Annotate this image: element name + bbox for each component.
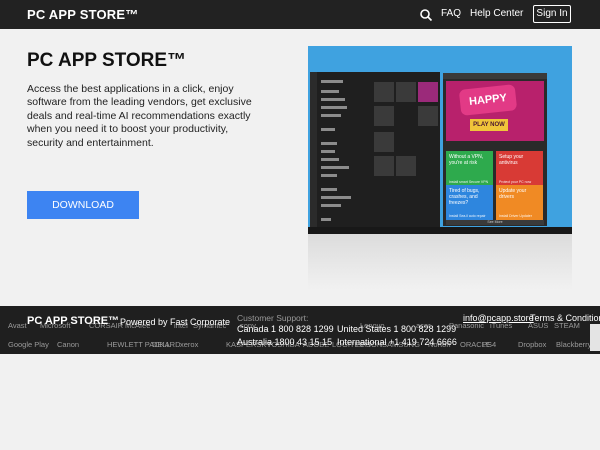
app-list-item (321, 204, 341, 207)
card-title: Tired of bugs, crashes, and freezes? (449, 188, 480, 206)
card-title: Setup your antivirus (499, 154, 524, 166)
app-store-window-mock: HAPPY PLAY NOW Without a VPN, you're at … (443, 73, 547, 226)
app-list-item (321, 80, 343, 83)
app-list-item (321, 174, 337, 177)
card-title: Update your drivers (499, 188, 527, 200)
start-tile (374, 106, 394, 126)
app-list-item (321, 142, 337, 145)
search-icon[interactable] (419, 8, 433, 22)
start-tile (396, 82, 416, 102)
partner-logo: Canon (57, 340, 80, 349)
nav-link-faq[interactable]: FAQ (441, 8, 461, 19)
footer-brand: PC APP STORE™ (27, 315, 120, 327)
partner-logo: Blackberry (556, 340, 592, 349)
start-tile (374, 132, 394, 152)
screenshot-reflection (308, 234, 572, 290)
top-navigation-bar: PC APP STORE™ FAQ Help Center Sign In (0, 0, 600, 29)
banner-play-button: PLAY NOW (470, 119, 508, 131)
terms-link[interactable]: Terms & Conditions (530, 313, 600, 323)
site-logo[interactable]: PC APP STORE™ (27, 7, 138, 22)
phone-united-states: United States 1 800 828 1299 (337, 324, 457, 334)
start-tile (418, 106, 438, 126)
app-list-item (321, 98, 345, 101)
page: PC APP STORE™ FAQ Help Center Sign In PC… (0, 0, 600, 450)
card-title: Without a VPN, you're at risk (449, 154, 484, 166)
phone-international: International +1 419 724 6666 (337, 337, 457, 347)
download-button[interactable]: DOWNLOAD (27, 191, 139, 219)
phone-australia: Australia 1800 43 15 15 (237, 337, 333, 347)
see-more-text: See More (487, 220, 503, 224)
partner-logo: Dropbox (518, 340, 547, 349)
support-email-link[interactable]: info@pcapp.store (463, 313, 534, 323)
sign-in-button[interactable]: Sign In (533, 5, 571, 23)
start-tile (396, 156, 416, 176)
promo-card-vpn: Without a VPN, you're at risk Install sm… (446, 151, 493, 187)
app-list-item (321, 114, 341, 117)
start-menu-rail (310, 72, 317, 227)
card-footer: Install Driver Updater (499, 214, 532, 218)
app-list-item (321, 196, 351, 199)
app-list-item (321, 150, 335, 153)
app-list-item (321, 90, 339, 93)
banner-title: HAPPY (458, 84, 518, 116)
footer-powered-by: Powered by Fast Corporate (120, 317, 231, 327)
customer-support-label: Customer Support: (237, 313, 309, 323)
partner-logo: DELL (152, 340, 171, 349)
hero-description: Access the best applications in a click,… (27, 83, 252, 149)
start-tile (374, 156, 394, 176)
partner-logo: PS4 (482, 340, 497, 349)
promo-card-antivirus: Setup your antivirus Protect your PC now (496, 151, 543, 187)
partner-logo: xerox (180, 340, 199, 349)
start-menu-mock (310, 72, 440, 227)
start-tile (418, 82, 438, 102)
side-scroll-tab[interactable] (590, 324, 600, 351)
app-list-item (321, 106, 347, 109)
card-footer: Install Sea.il auto repair (449, 214, 486, 218)
footer: Avast Microsoft CORSAIR McAfee intel Sym… (0, 306, 600, 354)
app-list-item (321, 158, 339, 161)
promo-card-repair: Tired of bugs, crashes, and freezes? Ins… (446, 185, 493, 221)
partner-logo: Google Play (8, 340, 49, 349)
app-list-item (321, 166, 349, 169)
window-title-bar (443, 73, 547, 79)
phone-canada: Canada 1 800 828 1299 (237, 324, 334, 334)
app-list-item (321, 218, 331, 221)
taskbar-mock (308, 227, 572, 234)
promo-banner: HAPPY PLAY NOW (446, 81, 544, 141)
app-list-item (321, 188, 337, 191)
start-tile (374, 82, 394, 102)
partner-logo: Avast (8, 321, 27, 330)
see-more-bar: See More (446, 220, 544, 225)
app-list-item (321, 128, 335, 131)
hero-title: PC APP STORE™ (27, 50, 187, 71)
promo-card-drivers: Update your drivers Install Driver Updat… (496, 185, 543, 221)
nav-link-help-center[interactable]: Help Center (470, 8, 523, 19)
